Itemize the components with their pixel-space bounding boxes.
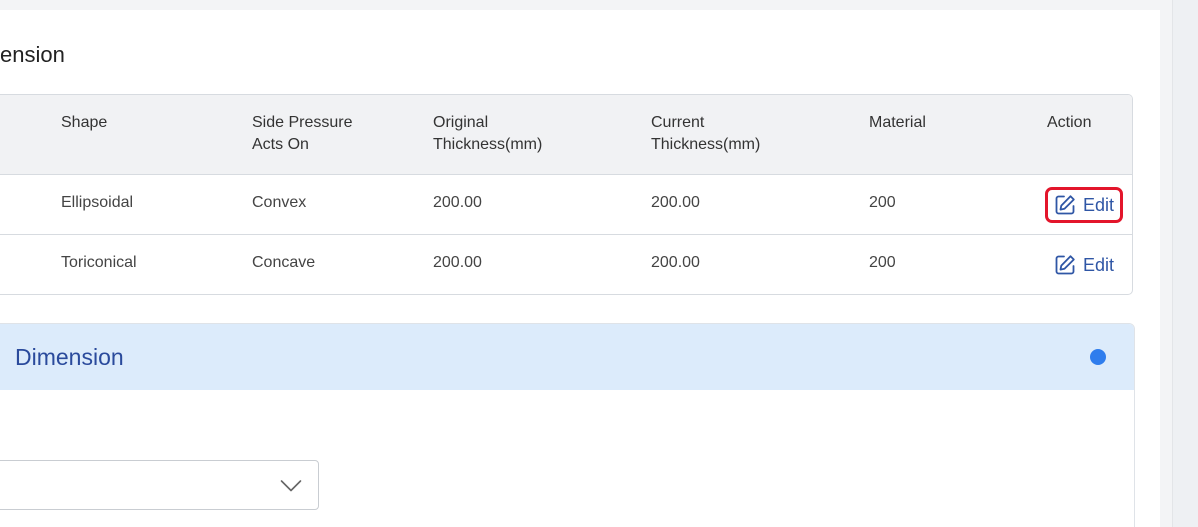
- edit-button-label: Edit: [1083, 254, 1115, 275]
- cell-shape: Toriconical: [61, 254, 137, 271]
- cell-original-thickness: 200.00: [433, 254, 482, 271]
- chevron-down-icon: [280, 480, 302, 492]
- column-header-side-pressure: Side Pressure Acts On: [252, 114, 353, 153]
- cell-side-pressure: Convex: [252, 194, 307, 211]
- cell-material: 200: [869, 254, 896, 271]
- column-header-material: Material: [869, 114, 926, 131]
- table-row: Ellipsoidal Convex 200.00 200.00 200 Edi…: [0, 175, 1132, 235]
- status-dot-icon: [1090, 349, 1106, 365]
- dimension-table: Shape Side Pressure Acts On Original Thi…: [0, 94, 1133, 295]
- dropdown-select[interactable]: [0, 460, 319, 510]
- column-header-current-thickness: Current Thickness(mm): [651, 114, 761, 153]
- edit-button[interactable]: Edit: [1045, 187, 1124, 223]
- section-title: ension: [0, 42, 65, 67]
- table-header: Shape Side Pressure Acts On Original Thi…: [0, 95, 1132, 175]
- edit-button[interactable]: Edit: [1048, 247, 1120, 283]
- edit-button-label: Edit: [1083, 194, 1115, 215]
- cell-material: 200: [869, 194, 896, 211]
- column-header-shape: Shape: [61, 114, 108, 131]
- accordion-header[interactable]: Dimension: [0, 324, 1134, 390]
- cell-current-thickness: 200.00: [651, 254, 700, 271]
- column-header-original-thickness: Original Thickness(mm): [433, 114, 543, 153]
- page-scrollbar[interactable]: [1172, 0, 1198, 527]
- edit-icon: [1055, 255, 1075, 275]
- cell-side-pressure: Concave: [252, 254, 316, 271]
- cell-original-thickness: 200.00: [433, 194, 482, 211]
- column-header-action: Action: [1047, 114, 1092, 131]
- accordion-title: Dimension: [15, 344, 124, 370]
- edit-icon: [1055, 195, 1075, 215]
- table-row: Toriconical Concave 200.00 200.00 200 Ed…: [0, 235, 1132, 294]
- cell-shape: Ellipsoidal: [61, 194, 134, 211]
- cell-current-thickness: 200.00: [651, 194, 700, 211]
